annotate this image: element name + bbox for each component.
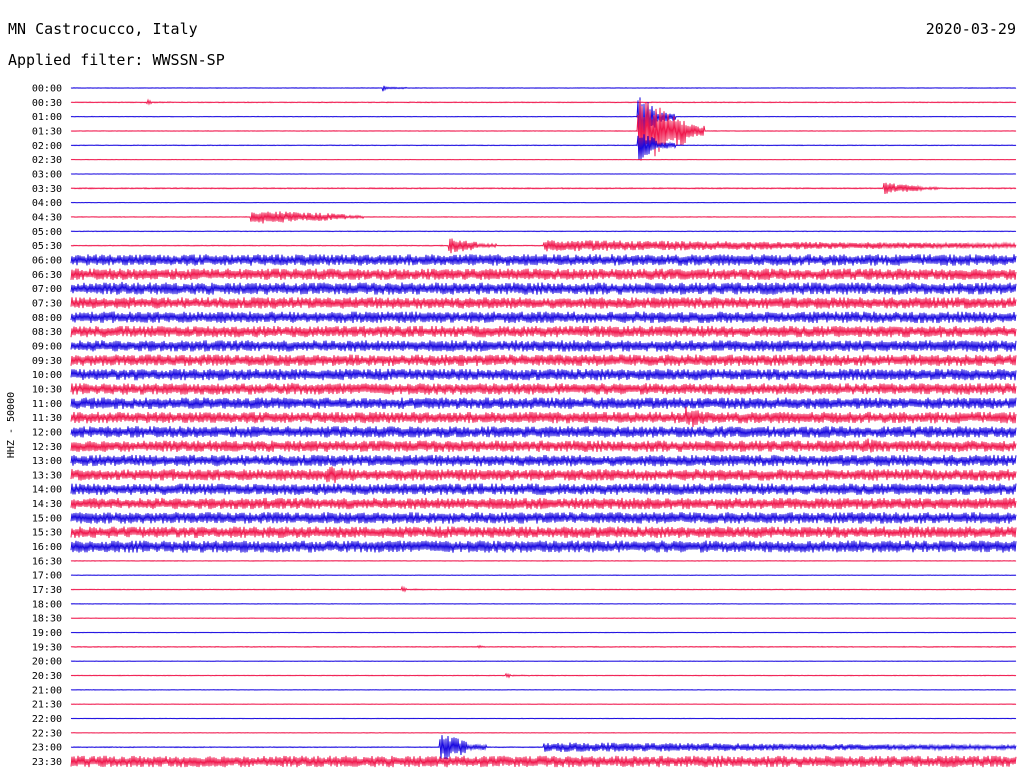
trace-line [70,731,1017,734]
trace-line [70,717,1017,720]
tick-label: 22:00 [32,714,62,725]
tick-label: 18:00 [32,599,62,610]
tick-label: 03:00 [32,169,62,180]
tick-label: 01:30 [32,126,62,137]
tick-label: 11:00 [32,399,62,410]
trace-line [70,238,1017,254]
trace-line [70,735,1017,760]
trace-line [70,230,1017,233]
tick-label: 13:00 [32,456,62,467]
trace-line [70,254,1017,266]
tick-label: 19:00 [32,628,62,639]
tick-label: 03:30 [32,184,62,195]
tick-label: 21:30 [32,700,62,711]
trace-line [70,660,1017,663]
tick-label: 14:30 [32,499,62,510]
tick-label: 14:00 [32,485,62,496]
trace-line [70,397,1017,410]
seismogram-chart: 00:00 00:30 01:00 01:30 02:00 02:30 03:00 03:30… [6,84,1017,769]
trace-line [70,85,1017,92]
tick-label: 11:30 [32,413,62,424]
tick-label: 10:00 [32,370,62,381]
tick-label: 20:00 [32,657,62,668]
trace-line [70,703,1017,706]
tick-label: 07:00 [32,284,62,295]
trace-line [70,99,1017,161]
tick-label: 23:30 [32,757,62,768]
trace-line [70,574,1017,577]
tick-label: 05:00 [32,227,62,238]
trace-line [70,631,1017,634]
tick-label: 16:30 [32,556,62,567]
trace-line [70,688,1017,691]
trace-line [70,311,1017,324]
tick-label: 02:00 [32,141,62,152]
trace-line [70,211,1017,224]
tick-label: 10:30 [32,384,62,395]
tick-label: 02:30 [32,155,62,166]
trace-line [70,559,1017,562]
trace-line [70,98,1017,106]
tick-label: 00:00 [32,84,62,95]
trace-line [70,466,1017,483]
trace-line [70,134,1017,161]
trace-line [70,526,1017,539]
tick-label: 19:30 [32,642,62,653]
tick-label: 12:30 [32,442,62,453]
trace-line [70,382,1017,395]
tick-label: 23:00 [32,743,62,754]
tick-label: 12:00 [32,427,62,438]
trace-line [70,483,1017,495]
tick-label: 17:00 [32,571,62,582]
trace-line [70,497,1017,510]
tick-label: 20:30 [32,671,62,682]
tick-label: 18:30 [32,614,62,625]
trace-line [70,354,1017,367]
tick-label: 04:30 [32,212,62,223]
trace-line [70,325,1017,338]
tick-label: 15:00 [32,513,62,524]
trace-line [70,585,1017,593]
trace-line [70,617,1017,620]
trace-line [70,368,1017,381]
y-axis-label: HHZ - 50000 [6,392,17,458]
trace-line [70,281,1017,295]
trace-line [70,297,1017,309]
trace-group [70,85,1017,768]
trace-line [70,426,1017,438]
tick-label: 07:30 [32,298,62,309]
trace-line [70,182,1017,194]
tick-label: 06:00 [32,255,62,266]
tick-label-group: 00:00 00:30 01:00 01:30 02:00 02:30 03:00 03:30… [32,84,62,769]
trace-line [70,454,1017,467]
tick-label: 00:30 [32,98,62,109]
trace-line [70,755,1017,768]
trace-line [70,672,1017,679]
trace-line [70,644,1017,649]
tick-label: 17:30 [32,585,62,596]
trace-line [70,97,1017,139]
trace-line [70,438,1017,453]
tick-label: 13:30 [32,470,62,481]
tick-label: 06:30 [32,270,62,281]
tick-label: 08:30 [32,327,62,338]
tick-label: 16:00 [32,542,62,553]
tick-label: 21:00 [32,685,62,696]
tick-label: 09:00 [32,341,62,352]
trace-line [70,540,1017,553]
trace-line [70,406,1017,427]
tick-label: 05:30 [32,241,62,252]
trace-line [70,268,1017,281]
trace-line [70,340,1017,352]
tick-label: 15:30 [32,528,62,539]
tick-label: 09:30 [32,356,62,367]
tick-label: 22:30 [32,728,62,739]
tick-label: 08:00 [32,313,62,324]
trace-line [70,512,1017,524]
tick-label: 04:00 [32,198,62,209]
tick-label: 01:00 [32,112,62,123]
trace-line [70,603,1017,605]
